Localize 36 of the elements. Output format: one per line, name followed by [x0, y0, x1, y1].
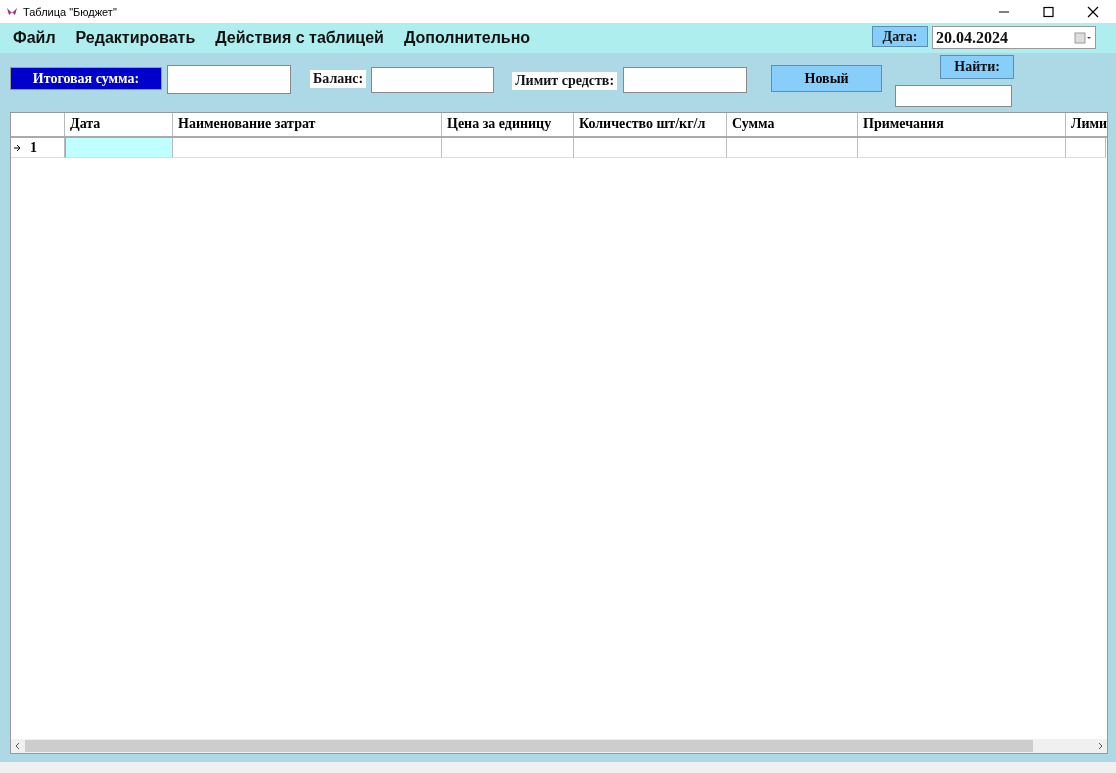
- table-cell[interactable]: [727, 138, 858, 158]
- menu-item[interactable]: Редактировать: [75, 29, 196, 47]
- balance-label: Баланс:: [310, 70, 367, 88]
- row-number: 1: [30, 139, 37, 156]
- scroll-left-icon[interactable]: [15, 742, 20, 750]
- column-header[interactable]: Лими: [1066, 113, 1107, 136]
- column-header[interactable]: Наименование затрат: [173, 113, 442, 136]
- menu-item[interactable]: Действия с таблицей: [215, 29, 384, 47]
- total-label: Итоговая сумма:: [10, 67, 162, 90]
- column-header[interactable]: Количество шт/кг/л: [574, 113, 727, 136]
- app-icon: [6, 6, 18, 17]
- column-header[interactable]: Дата: [65, 113, 173, 136]
- find-label: Найти:: [940, 55, 1015, 79]
- column-header[interactable]: Примечания: [858, 113, 1066, 136]
- table-cell[interactable]: [442, 138, 574, 158]
- column-header[interactable]: Цена за единицу: [442, 113, 574, 136]
- total-field[interactable]: [167, 65, 291, 94]
- date-label: Дата:: [872, 26, 928, 47]
- date-picker[interactable]: 20.04.2024: [932, 26, 1096, 49]
- scroll-right-icon[interactable]: [1098, 742, 1103, 750]
- table-cell[interactable]: [65, 138, 173, 158]
- table-cell[interactable]: [858, 138, 1066, 158]
- calendar-icon[interactable]: [1074, 31, 1092, 44]
- window-title: Таблица "Бюджет": [23, 5, 118, 18]
- new-button[interactable]: Новый: [771, 65, 883, 92]
- table-cell[interactable]: [1066, 138, 1106, 158]
- balance-field[interactable]: [371, 67, 495, 93]
- search-field[interactable]: [894, 85, 1012, 107]
- limit-field[interactable]: [623, 67, 748, 93]
- table-cell[interactable]: [574, 138, 727, 158]
- limit-label: Лимит средств:: [512, 72, 618, 90]
- menu-item[interactable]: Дополнительно: [403, 29, 531, 47]
- table-cell[interactable]: [173, 138, 442, 158]
- column-header[interactable]: Сумма: [727, 113, 858, 136]
- menu-item[interactable]: Файл: [13, 29, 56, 47]
- horizontal-scrollbar[interactable]: [11, 739, 1107, 753]
